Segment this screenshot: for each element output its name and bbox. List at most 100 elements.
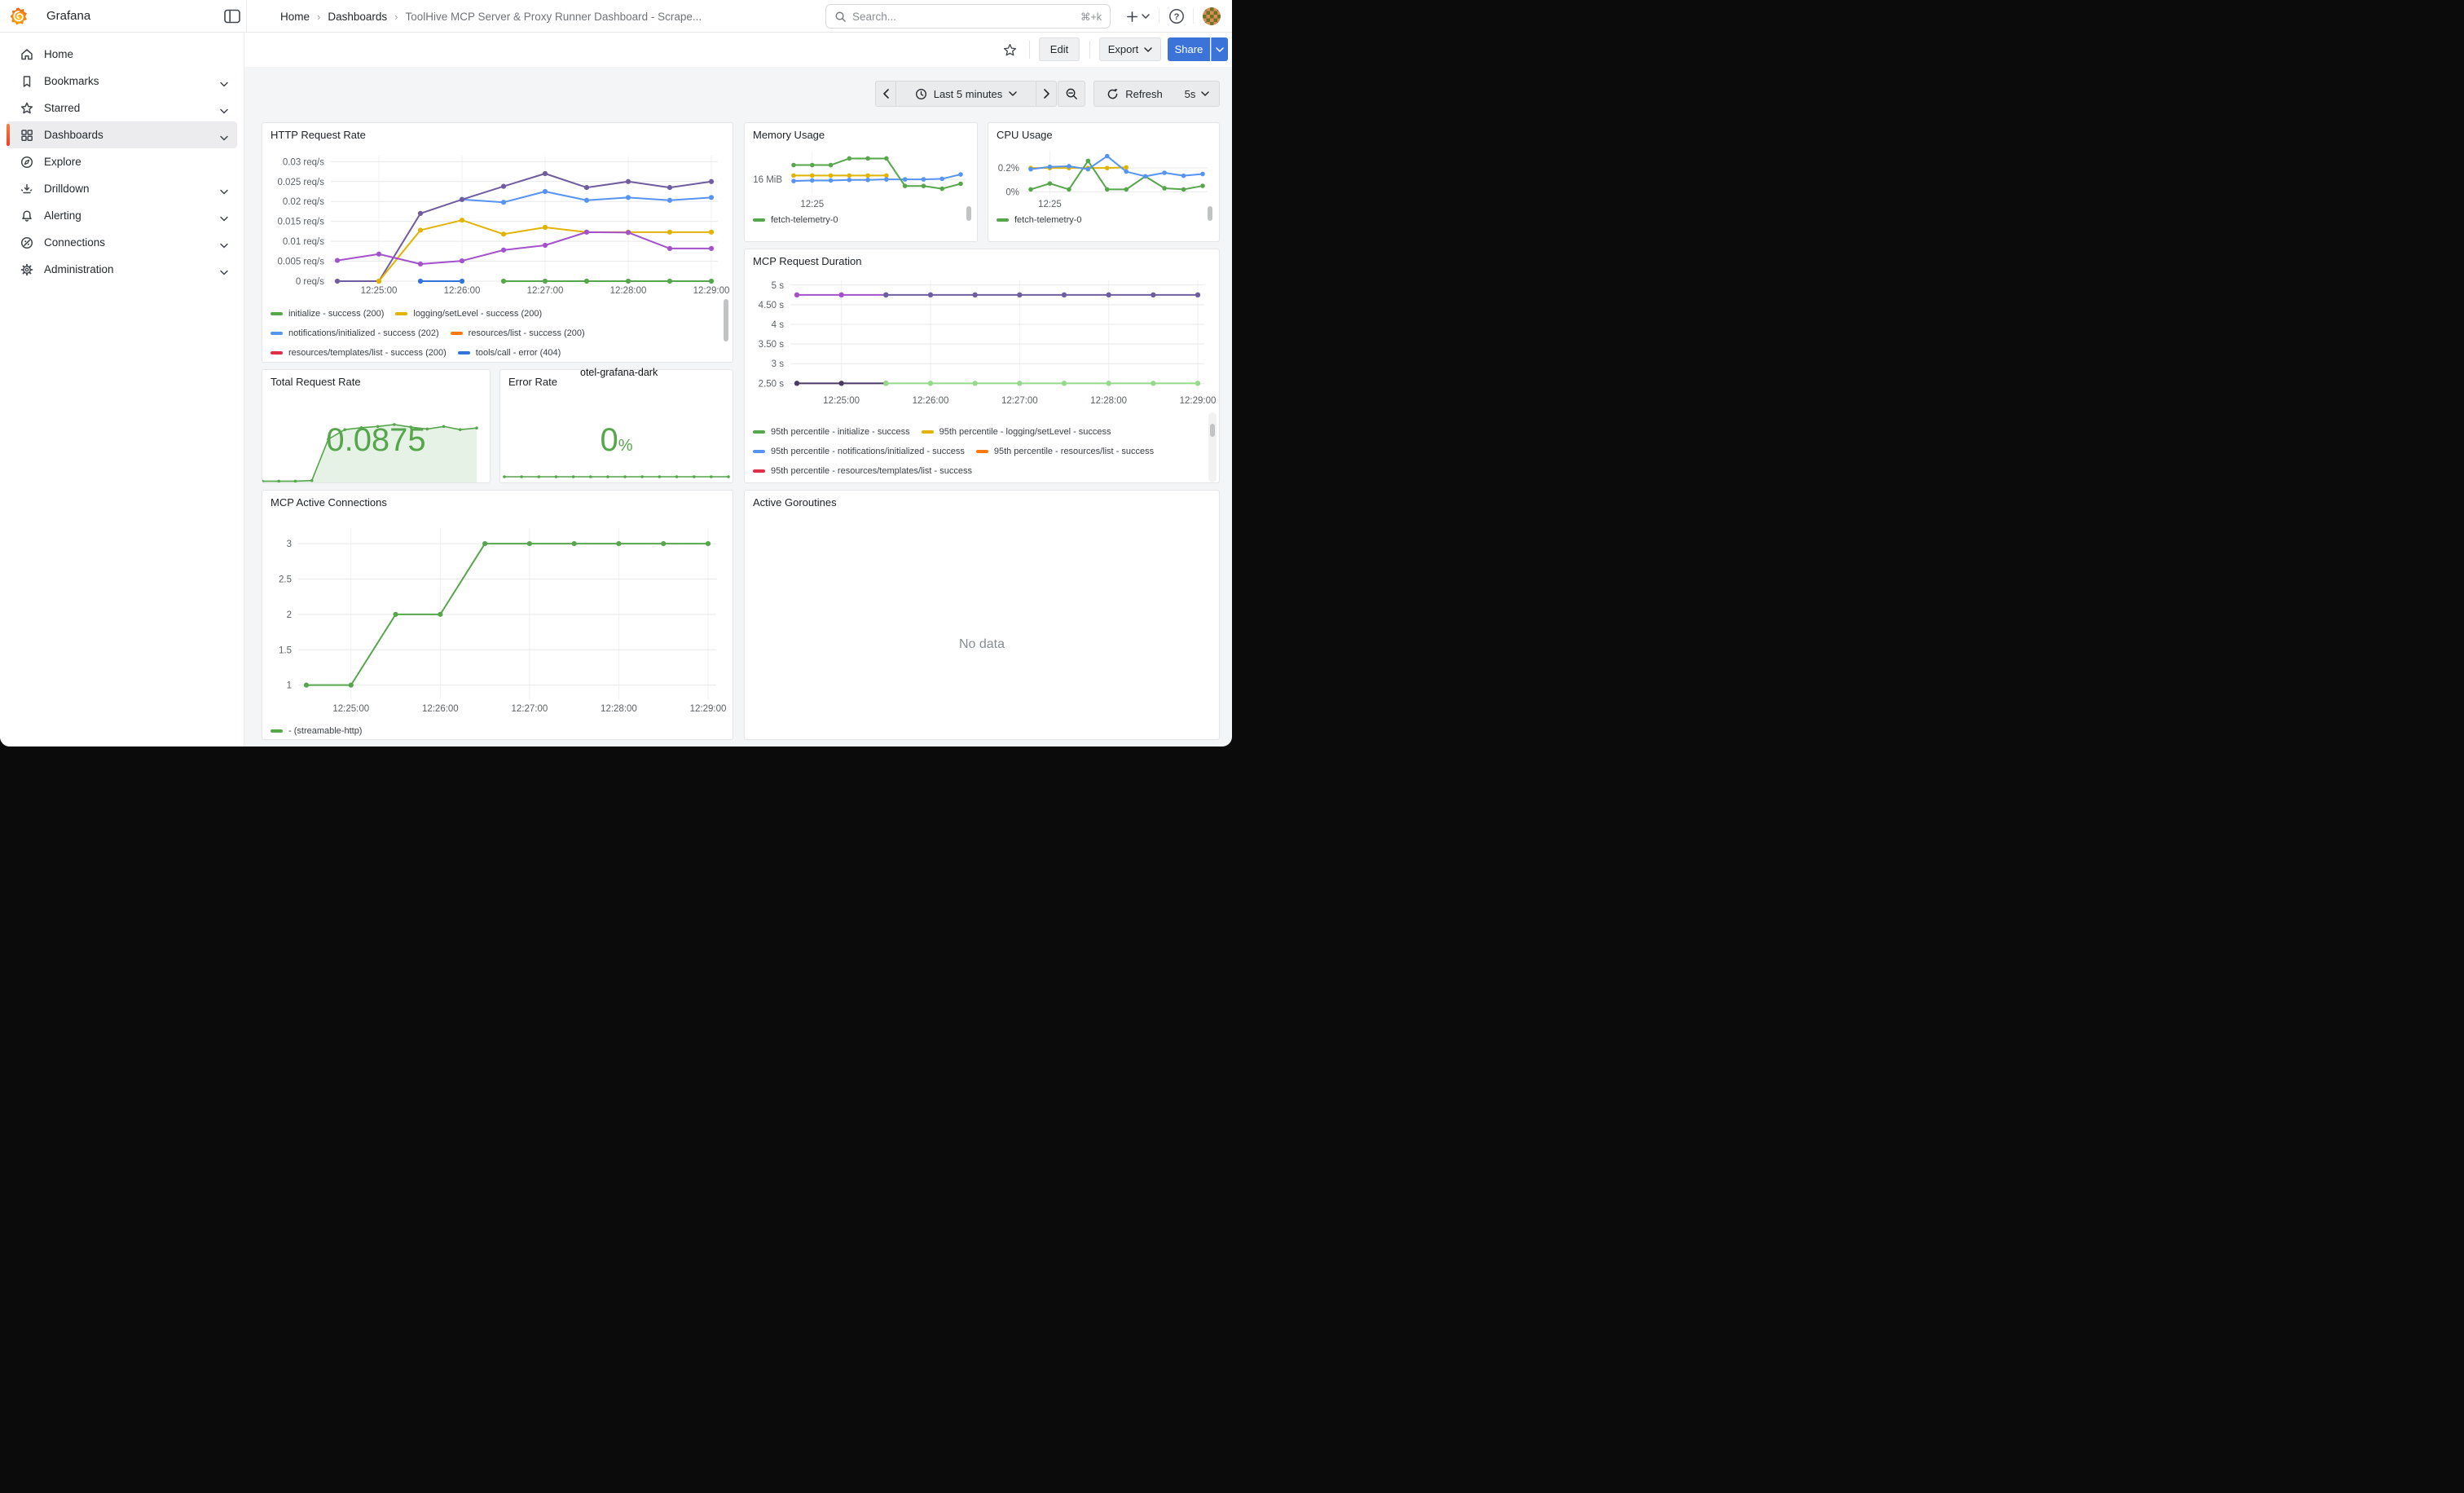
chevron-down-icon[interactable]: [219, 185, 229, 192]
user-avatar[interactable]: [1203, 7, 1221, 25]
stat-sparkline: [500, 472, 733, 482]
legend-swatch-icon: [997, 218, 1009, 222]
chevron-down-icon[interactable]: [219, 212, 229, 218]
sidebar-item-label: Dashboards: [44, 129, 103, 141]
sidebar-item-explore[interactable]: Explore: [7, 148, 237, 175]
chevron-down-icon[interactable]: [219, 266, 229, 272]
svg-text:12:26:00: 12:26:00: [422, 704, 459, 714]
panel-title[interactable]: Active Goroutines: [753, 496, 837, 509]
plus-icon: [1126, 11, 1138, 23]
sidebar-item-starred[interactable]: Starred: [7, 95, 237, 121]
svg-text:16 MiB: 16 MiB: [753, 175, 782, 185]
sidebar-item-drilldown[interactable]: Drilldown: [7, 175, 237, 202]
legend-scrollbar[interactable]: [724, 299, 728, 341]
legend-scrollbar[interactable]: [1208, 206, 1212, 221]
legend-scrollbar[interactable]: [966, 206, 971, 221]
breadcrumb-dashboards[interactable]: Dashboards: [328, 11, 387, 23]
panel-title[interactable]: Memory Usage: [753, 129, 825, 141]
svg-text:1: 1: [287, 681, 292, 691]
chevron-down-icon[interactable]: [219, 239, 229, 245]
legend-item[interactable]: notifications/initialized - success (202…: [271, 324, 439, 343]
panel-error-rate: Error Rate 0%: [499, 369, 733, 483]
toolbar-divider: [1029, 41, 1030, 59]
legend-item[interactable]: fetch-telemetry-0: [997, 211, 1082, 229]
legend-label: 95th percentile - resources/list - succe…: [994, 447, 1154, 456]
grafana-window: Grafana Home › Dashboards › ToolHive MCP…: [0, 0, 1232, 746]
favorite-star-icon[interactable]: [1003, 43, 1017, 61]
line-chart: 12:25:0012:26:0012:27:0012:28:0012:29:00…: [750, 271, 1216, 409]
legend-swatch-icon: [271, 332, 283, 335]
legend-label: fetch-telemetry-0: [771, 215, 838, 225]
panel-title[interactable]: Total Request Rate: [271, 376, 361, 388]
legend-item[interactable]: - (streamable-http): [271, 722, 362, 740]
legend-swatch-icon: [753, 469, 765, 473]
panel-title[interactable]: Error Rate: [508, 376, 557, 388]
legend-item[interactable]: tools/call - error (404): [458, 343, 561, 363]
legend-item[interactable]: 95th percentile - resources/templates/li…: [753, 461, 972, 481]
legend-item[interactable]: 95th percentile - logging/setLevel - suc…: [922, 422, 1111, 442]
panel-title[interactable]: CPU Usage: [997, 129, 1053, 141]
add-new-button[interactable]: [1121, 7, 1154, 26]
edit-button[interactable]: Edit: [1039, 37, 1080, 61]
sidebar-item-home[interactable]: Home: [7, 41, 237, 68]
export-button[interactable]: Export: [1099, 37, 1161, 61]
refresh-interval-dropdown[interactable]: 5s: [1175, 81, 1220, 107]
chevron-down-icon[interactable]: [219, 131, 229, 138]
refresh-interval-label: 5s: [1185, 88, 1196, 100]
time-range-forward-button[interactable]: [1036, 81, 1057, 107]
svg-text:12:26:00: 12:26:00: [444, 286, 481, 296]
panel-title[interactable]: MCP Active Connections: [271, 496, 387, 509]
legend-item[interactable]: 95th percentile - notifications/initiali…: [753, 442, 965, 461]
share-dropdown-button[interactable]: [1211, 37, 1228, 61]
sidebar-toggle-icon[interactable]: [224, 9, 240, 24]
legend-item[interactable]: fetch-telemetry-0: [753, 211, 838, 229]
chevron-right-icon: [1044, 89, 1049, 99]
sidebar-item-dashboards[interactable]: Dashboards: [7, 121, 237, 148]
panel-title[interactable]: MCP Request Duration: [753, 255, 861, 267]
svg-text:12:29:00: 12:29:00: [690, 704, 727, 714]
sidebar-item-connections[interactable]: Connections: [7, 229, 237, 256]
svg-text:0.01 req/s: 0.01 req/s: [283, 237, 324, 247]
legend-scrollbar[interactable]: [1210, 424, 1215, 437]
time-range-picker[interactable]: Last 5 minutes: [895, 81, 1036, 107]
sidebar-item-bookmarks[interactable]: Bookmarks: [7, 68, 237, 95]
svg-text:12:29:00: 12:29:00: [1180, 396, 1217, 406]
legend-item[interactable]: 95th percentile - resources/list - succe…: [976, 442, 1154, 461]
line-chart: 12:2516 MiB: [748, 144, 974, 209]
plug-icon: [20, 236, 34, 250]
legend-item[interactable]: logging/setLevel - success (200): [395, 304, 542, 324]
chevron-down-icon[interactable]: [219, 104, 229, 111]
sidebar-item-administration[interactable]: Administration: [7, 256, 237, 283]
gear-icon: [20, 262, 34, 277]
legend-swatch-icon: [753, 430, 765, 434]
legend-item[interactable]: 95th percentile - initialize - success: [753, 422, 910, 442]
svg-text:4.50 s: 4.50 s: [759, 301, 785, 310]
svg-text:?: ?: [1174, 12, 1180, 22]
chevron-down-icon[interactable]: [219, 77, 229, 84]
legend-swatch-icon: [395, 312, 407, 315]
panel-title[interactable]: HTTP Request Rate: [271, 129, 366, 141]
drilldown-icon: [20, 182, 34, 196]
sidebar-nav: HomeBookmarksStarred Dashboards Explore Dri…: [0, 33, 244, 746]
svg-text:12:27:00: 12:27:00: [512, 704, 548, 714]
legend-scrollbar-track[interactable]: [1208, 412, 1217, 482]
search-input[interactable]: [852, 11, 1080, 23]
legend-item[interactable]: initialize - success (200): [271, 304, 384, 324]
sidebar-item-label: Drilldown: [44, 183, 90, 195]
breadcrumb-home[interactable]: Home: [280, 11, 310, 23]
sidebar-item-alerting[interactable]: Alerting: [7, 202, 237, 229]
svg-text:12:26:00: 12:26:00: [913, 396, 949, 406]
share-button[interactable]: Share: [1168, 37, 1210, 61]
legend-item[interactable]: resources/list - success (200): [451, 324, 585, 343]
zoom-out-button[interactable]: [1058, 81, 1085, 107]
header-divider: [1193, 8, 1194, 24]
bell-icon: [20, 209, 34, 223]
chevron-down-icon: [1201, 91, 1209, 96]
help-icon[interactable]: ?: [1168, 8, 1185, 24]
legend-label: resources/list - success (200): [469, 328, 585, 338]
legend-item[interactable]: resources/templates/list - success (200): [271, 343, 447, 363]
refresh-button[interactable]: Refresh: [1093, 81, 1176, 107]
time-range-back-button[interactable]: [875, 81, 896, 107]
search-input-wrapper[interactable]: ⌘+k: [825, 4, 1111, 29]
svg-text:0.02 req/s: 0.02 req/s: [283, 197, 324, 207]
